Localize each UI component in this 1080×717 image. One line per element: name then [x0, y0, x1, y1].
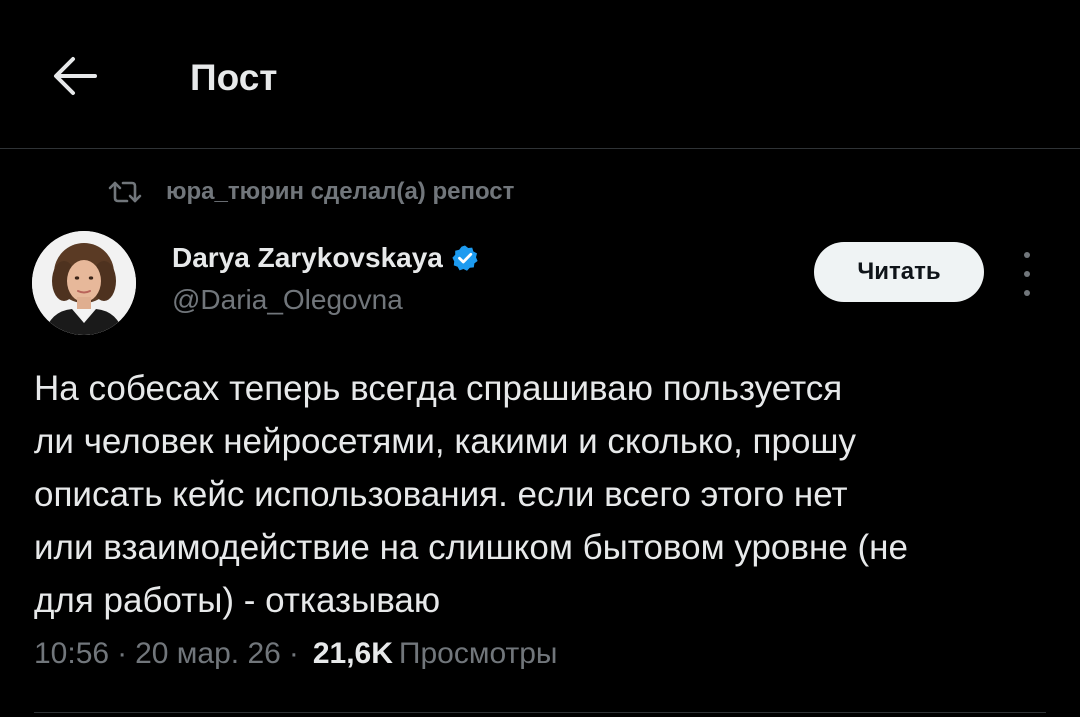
- avatar[interactable]: [32, 231, 136, 335]
- repost-indicator[interactable]: юра_тюрин сделал(а) репост: [108, 176, 514, 208]
- arrow-left-icon: [54, 57, 97, 95]
- post-text: На собесах теперь всегда спрашиваю польз…: [34, 369, 908, 620]
- verified-badge-icon[interactable]: [451, 243, 481, 273]
- follow-button[interactable]: Читать: [814, 242, 984, 302]
- more-dot: [1024, 271, 1030, 277]
- repost-icon: [108, 178, 142, 206]
- views-count[interactable]: 21,6K: [313, 637, 393, 671]
- more-vertical-icon[interactable]: [1012, 252, 1042, 296]
- back-button[interactable]: [42, 44, 106, 108]
- author-name[interactable]: Darya Zarykovskaya: [172, 242, 481, 274]
- meta-separator: ·: [288, 637, 299, 670]
- author-handle[interactable]: @Daria_Olegovna: [172, 284, 403, 316]
- top-bar: Пост: [0, 0, 1080, 149]
- repost-text: юра_тюрин сделал(а) репост: [166, 178, 515, 205]
- more-dot: [1024, 252, 1030, 258]
- views-label[interactable]: Просмотры: [399, 637, 558, 671]
- avatar-photo: [32, 231, 136, 335]
- divider: [34, 712, 1046, 713]
- post-meta: 10:56 · 20 мар. 26 · 21,6K Просмотры: [34, 637, 557, 671]
- page-title: Пост: [190, 57, 278, 98]
- post-time[interactable]: 10:56: [34, 637, 109, 671]
- more-dot: [1024, 290, 1030, 296]
- meta-separator: ·: [117, 637, 128, 670]
- author-name-text: Darya Zarykovskaya: [172, 242, 443, 273]
- post-date[interactable]: 20 мар. 26: [135, 637, 281, 671]
